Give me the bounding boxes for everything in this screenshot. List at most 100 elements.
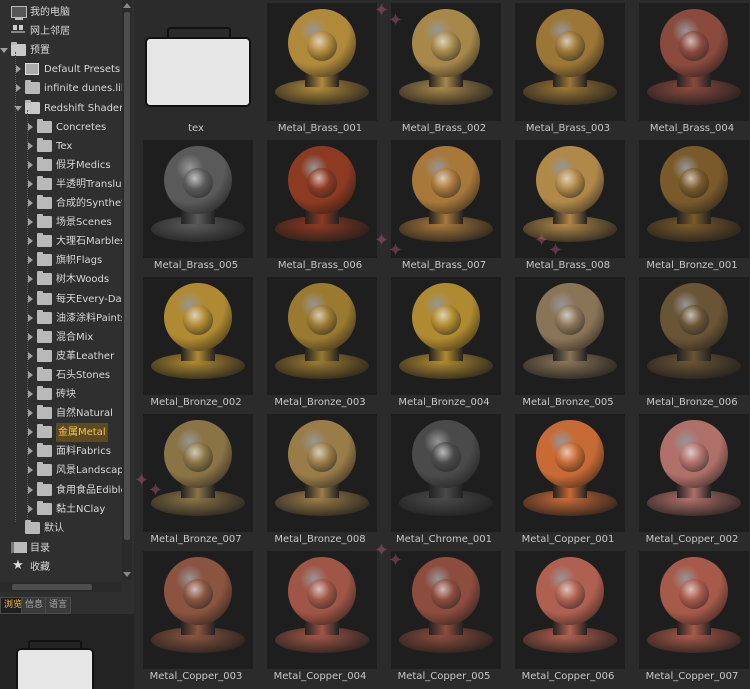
- material-item[interactable]: Metal_Brass_005: [134, 137, 258, 274]
- book-icon: [11, 542, 27, 553]
- material-item[interactable]: Metal_Bronze_006: [630, 274, 750, 411]
- material-item[interactable]: Metal_Chrome_001: [382, 411, 506, 548]
- material-item[interactable]: Metal_Brass_002: [382, 0, 506, 137]
- tree-item[interactable]: 混合Mix: [0, 328, 122, 347]
- tree-item[interactable]: 油漆涂料Paints: [0, 309, 122, 328]
- preview-pane: [0, 614, 134, 689]
- tree-horizontal-scrollbar[interactable]: [0, 582, 122, 592]
- material-item[interactable]: Metal_Brass_008: [506, 137, 630, 274]
- material-item[interactable]: Metal_Bronze_005: [506, 274, 630, 411]
- material-inner-ball: [679, 579, 709, 609]
- tree-item-label: 收藏: [30, 562, 50, 573]
- tree-item[interactable]: 我的电脑: [0, 3, 122, 22]
- tree-item[interactable]: 半透明Transluce: [0, 175, 122, 194]
- material-item[interactable]: Metal_Brass_007: [382, 137, 506, 274]
- scroll-up-icon[interactable]: [123, 3, 131, 8]
- tree-vertical-scrollbar[interactable]: [122, 0, 132, 580]
- tree-item[interactable]: 大理石Marbles: [0, 232, 122, 251]
- material-item[interactable]: Metal_Copper_004: [258, 548, 382, 685]
- tree-item[interactable]: 石头Stones: [0, 366, 122, 385]
- material-inner-ball: [431, 442, 461, 472]
- material-inner-ball: [431, 579, 461, 609]
- tab-language[interactable]: 语言: [45, 597, 72, 614]
- tree-item-label: 树木Woods: [56, 274, 110, 286]
- material-item[interactable]: Metal_Bronze_004: [382, 274, 506, 411]
- tree-item[interactable]: 默认: [0, 519, 122, 538]
- material-item[interactable]: Metal_Copper_002: [630, 411, 750, 548]
- folder-icon: [37, 137, 52, 152]
- material-item[interactable]: Metal_Copper_003: [134, 548, 258, 685]
- tree-item[interactable]: 树木Woods: [0, 270, 122, 289]
- tree-item[interactable]: 金属Metal: [0, 423, 122, 443]
- folder-icon: [37, 156, 52, 171]
- tree-item[interactable]: ★ 收藏: [0, 558, 122, 577]
- tree-item[interactable]: 自然Natural: [0, 404, 122, 423]
- tree-item-label: Default Presets: [44, 64, 121, 76]
- panel-tabs: 浏览 信息 语言: [0, 597, 134, 614]
- folder-icon: [37, 424, 52, 439]
- material-inner-ball: [679, 168, 709, 198]
- material-inner-ball: [307, 31, 337, 61]
- tree-item[interactable]: 网上邻居: [0, 22, 122, 41]
- tree-item[interactable]: 砖块: [0, 385, 122, 404]
- item-label: Metal_Brass_008: [525, 260, 611, 271]
- folder-icon: [37, 175, 52, 190]
- material-item[interactable]: Metal_Copper_001: [506, 411, 630, 548]
- material-item[interactable]: Metal_Bronze_008: [258, 411, 382, 548]
- material-item[interactable]: Metal_Bronze_002: [134, 274, 258, 411]
- scrollbar-thumb[interactable]: [124, 12, 130, 540]
- material-item[interactable]: Metal_Bronze_001: [630, 137, 750, 274]
- tree-item[interactable]: 皮革Leather: [0, 347, 122, 366]
- tree-item[interactable]: 食用食品Edibles: [0, 481, 122, 500]
- material-thumbnail: [391, 414, 501, 532]
- tree-item[interactable]: 面料Fabrics: [0, 442, 122, 461]
- hscrollbar-thumb[interactable]: [12, 584, 92, 590]
- item-label: Metal_Bronze_003: [274, 397, 366, 408]
- material-item[interactable]: Metal_Copper_005: [382, 548, 506, 685]
- folder-icon: [37, 462, 52, 477]
- tree-item-label: 网上邻居: [30, 26, 70, 38]
- tree-item[interactable]: Concretes: [0, 118, 122, 137]
- tree-item[interactable]: 每天Every-Day: [0, 290, 122, 309]
- folder-icon: [11, 42, 26, 57]
- tree-item-label: 自然Natural: [56, 408, 113, 420]
- material-thumbnail: [515, 414, 625, 532]
- tree-item[interactable]: 合成的Synthetic: [0, 194, 122, 213]
- material-inner-ball: [555, 31, 585, 61]
- material-item[interactable]: Metal_Bronze_003: [258, 274, 382, 411]
- collapse-arrow-icon[interactable]: [0, 46, 8, 54]
- tree-item-label: 大理石Marbles: [56, 236, 122, 248]
- tree-item-label: 预置: [30, 45, 50, 57]
- tab-info[interactable]: 信息: [21, 597, 48, 614]
- item-label: Metal_Brass_002: [401, 123, 487, 134]
- material-item[interactable]: Metal_Copper_006: [506, 548, 630, 685]
- tree-item[interactable]: 目录: [0, 539, 122, 558]
- scroll-down-icon[interactable]: [123, 572, 131, 577]
- tree-item-label: 混合Mix: [56, 331, 94, 343]
- folder-item[interactable]: tex: [134, 0, 258, 137]
- tree-item[interactable]: Tex: [0, 137, 122, 156]
- item-label: tex: [188, 123, 204, 134]
- item-label: Metal_Copper_001: [521, 534, 615, 545]
- tree-item[interactable]: 黏土NClay: [0, 500, 122, 519]
- tree-item[interactable]: 风景Landscape: [0, 461, 122, 480]
- tree-guide-line: [15, 52, 16, 522]
- material-item[interactable]: Metal_Brass_004: [630, 0, 750, 137]
- material-item[interactable]: Metal_Copper_007: [630, 548, 750, 685]
- item-label: Metal_Brass_006: [277, 260, 363, 271]
- material-item[interactable]: Metal_Brass_003: [506, 0, 630, 137]
- folder-icon: [37, 309, 52, 324]
- material-item[interactable]: Metal_Bronze_007: [134, 411, 258, 548]
- tree-item[interactable]: 假牙Medics: [0, 156, 122, 175]
- tree-item[interactable]: 场景Scenes: [0, 213, 122, 232]
- tree-item[interactable]: 预置: [0, 41, 122, 60]
- material-item[interactable]: Metal_Brass_001: [258, 0, 382, 137]
- tree-item[interactable]: 旗帜Flags: [0, 251, 122, 270]
- material-item[interactable]: Metal_Brass_006: [258, 137, 382, 274]
- folder-icon: [25, 519, 40, 534]
- tree-item[interactable]: Default Presets: [0, 60, 122, 79]
- tree-item[interactable]: Redshift Shader to: [0, 99, 122, 118]
- tree-item[interactable]: infinite dunes.lib4d: [0, 79, 122, 98]
- tree-item-label: Concretes: [56, 121, 107, 133]
- material-thumbnail: [639, 414, 749, 532]
